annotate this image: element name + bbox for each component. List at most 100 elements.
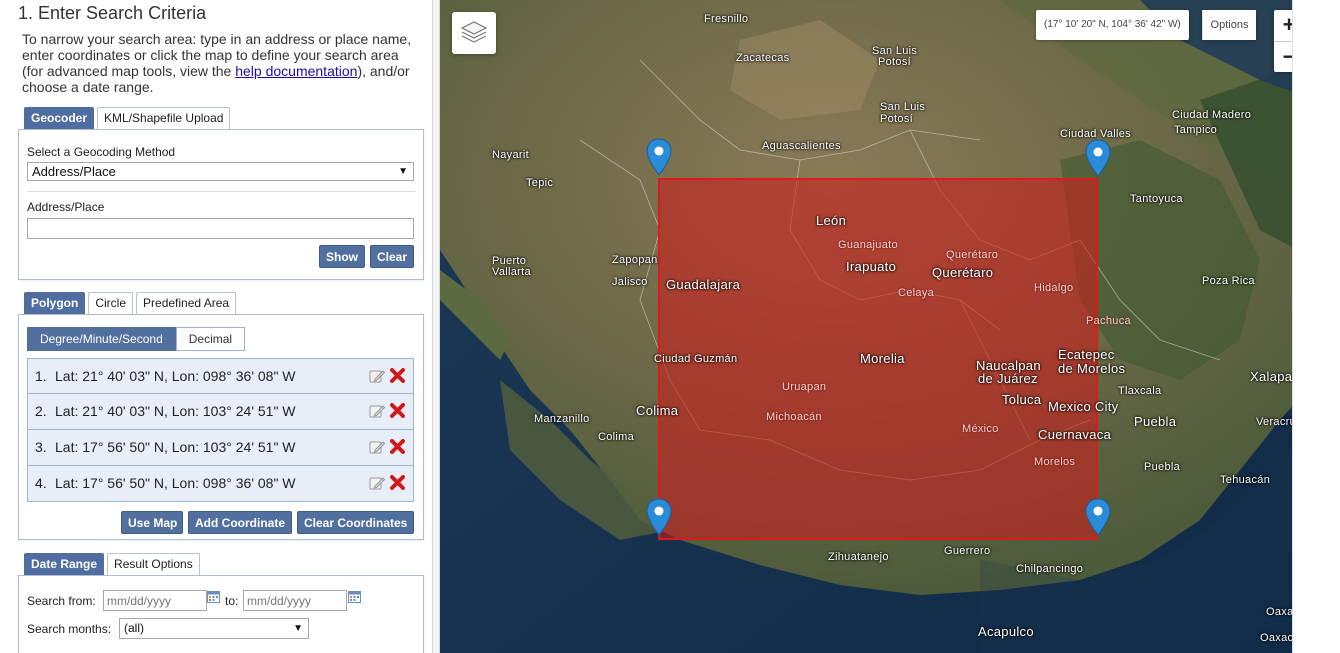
map-place-label: Tantoyuca — [1130, 193, 1183, 205]
delete-icon[interactable] — [389, 402, 406, 419]
delete-icon[interactable] — [389, 438, 406, 455]
tab-circle[interactable]: Circle — [88, 292, 134, 314]
map-place-label: Chilpancingo — [1016, 563, 1084, 575]
map-place-label: Michoacán — [766, 411, 822, 423]
tab-predefined-area[interactable]: Predefined Area — [136, 292, 237, 314]
coordinate-list: 1. Lat: 21° 40' 03" N, Lon: 098° 36' 08" … — [27, 358, 414, 502]
tab-degree-minute-second[interactable]: Degree/Minute/Second — [27, 327, 176, 351]
search-months-select[interactable]: (all) ▼ — [119, 618, 309, 639]
tab-polygon[interactable]: Polygon — [24, 292, 86, 314]
coordinate-row: 3. Lat: 17° 56' 50" N, Lon: 103° 24' 51" … — [27, 430, 414, 466]
layers-button[interactable] — [452, 12, 496, 54]
edit-icon[interactable] — [369, 368, 385, 384]
coordinate-format-toggle: Degree/Minute/Second Decimal — [27, 327, 246, 351]
map-place-label: Ciudad Madero — [1172, 109, 1252, 121]
map-place-label: Colima — [598, 431, 635, 443]
map-place-label: Pachuca — [1086, 315, 1131, 327]
map-pin-icon[interactable] — [646, 498, 672, 536]
tab-kml-shapefile-upload[interactable]: KML/Shapefile Upload — [97, 107, 231, 129]
date-tabs: Date Range Result Options — [24, 553, 200, 575]
coordinate-number: 4. — [35, 475, 47, 491]
map-place-label: Puebla — [1134, 414, 1177, 429]
edit-icon[interactable] — [369, 475, 385, 491]
to-label: to: — [225, 594, 239, 608]
map-place-label: Vallarta — [492, 266, 531, 278]
address-place-input[interactable] — [27, 218, 414, 239]
map-place-label: Guanajuato — [838, 239, 898, 251]
geocoder-box: Select a Geocoding Method Address/Place … — [18, 129, 424, 280]
map-place-label: Xalapa — [1250, 369, 1293, 384]
map-place-label: Toluca — [1002, 392, 1042, 407]
map-place-label: Hidalgo — [1034, 282, 1074, 294]
map-view[interactable]: Fresnillo Zacatecas San Luis Potosí San Luis… — [440, 0, 1316, 653]
delete-icon[interactable] — [389, 367, 406, 384]
geocoding-method-value: Address/Place — [32, 164, 116, 179]
map-pin-icon[interactable] — [1085, 139, 1111, 177]
intro-text: To narrow your search area: type in an a… — [22, 31, 422, 95]
search-from-label: Search from: — [27, 594, 96, 608]
coordinate-text: Lat: 21° 40' 03" N, Lon: 103° 24' 51" W — [55, 403, 296, 419]
map-place-label: Celaya — [898, 287, 935, 299]
search-months-value: (all) — [124, 621, 144, 635]
map-place-label: México — [962, 423, 999, 435]
help-documentation-link[interactable]: help documentation — [235, 63, 357, 79]
edit-icon[interactable] — [369, 403, 385, 419]
use-map-button[interactable]: Use Map — [121, 511, 183, 534]
map-place-label: Morelos — [1034, 456, 1076, 468]
tab-decimal[interactable]: Decimal — [175, 327, 246, 351]
section-title: 1. Enter Search Criteria — [18, 3, 207, 23]
map-place-label: Tampico — [1174, 124, 1218, 136]
geocoding-method-select[interactable]: Address/Place ▼ — [27, 162, 414, 181]
map-place-label: Guadalajara — [666, 277, 741, 292]
map-place-label: San Luis — [880, 101, 926, 113]
clear-coordinates-button[interactable]: Clear Coordinates — [297, 511, 414, 534]
map-place-label: Querétaro — [946, 249, 999, 261]
clear-button[interactable]: Clear — [370, 245, 414, 268]
calendar-icon[interactable] — [207, 590, 220, 603]
map-place-label: Aguascalientes — [762, 140, 841, 152]
map-place-label: Cuernavaca — [1038, 427, 1112, 442]
calendar-icon[interactable] — [348, 590, 361, 603]
coordinate-number: 2. — [35, 403, 47, 419]
search-months-label: Search months: — [27, 622, 112, 636]
coordinate-text: Lat: 17° 56' 50" N, Lon: 098° 36' 08" W — [55, 475, 296, 491]
coordinate-number: 3. — [35, 439, 47, 455]
map-place-label: de Morelos — [1058, 361, 1126, 376]
tab-geocoder[interactable]: Geocoder — [24, 107, 95, 129]
map-options-button[interactable]: Options — [1202, 10, 1256, 40]
map-place-label: Ciudad Guzmán — [654, 353, 738, 365]
coordinate-text: Lat: 17° 56' 50" N, Lon: 103° 24' 51" W — [55, 439, 296, 455]
geocoder-tabs: Geocoder KML/Shapefile Upload — [24, 107, 231, 129]
edit-icon[interactable] — [369, 439, 385, 455]
add-coordinate-button[interactable]: Add Coordinate — [188, 511, 292, 534]
map-place-label: Colima — [636, 403, 679, 418]
search-criteria-panel: 1. Enter Search Criteria To narrow your … — [0, 0, 432, 653]
map-pin-icon[interactable] — [1085, 498, 1111, 536]
page-scrollbar[interactable] — [1292, 0, 1316, 653]
layers-icon — [460, 21, 488, 43]
address-place-label: Address/Place — [27, 200, 105, 214]
map-place-label: León — [816, 213, 847, 228]
map-place-label: Tehuacán — [1220, 474, 1271, 486]
map-place-label: Poza Rica — [1202, 275, 1255, 287]
map-place-label: Guerrero — [944, 545, 991, 557]
map-place-label: Tlaxcala — [1118, 385, 1162, 397]
map-place-label: Tepic — [526, 177, 554, 189]
map-place-label: de Juárez — [978, 371, 1038, 386]
show-button[interactable]: Show — [319, 245, 365, 268]
search-to-input[interactable] — [243, 590, 347, 611]
delete-icon[interactable] — [389, 474, 406, 491]
coordinate-row: 2. Lat: 21° 40' 03" N, Lon: 103° 24' 51" … — [27, 394, 414, 430]
map-place-label: Puebla — [1144, 461, 1181, 473]
tab-date-range[interactable]: Date Range — [24, 553, 105, 575]
map-pin-icon[interactable] — [646, 138, 672, 176]
dropdown-arrow-icon: ▼ — [398, 166, 408, 177]
map-place-label: Potosí — [878, 56, 911, 68]
map-place-label: Potosí — [880, 113, 913, 125]
map-place-label: Zacatecas — [736, 52, 790, 64]
tab-result-options[interactable]: Result Options — [107, 553, 200, 575]
map-place-label: Acapulco — [978, 624, 1034, 639]
polygon-box: Degree/Minute/Second Decimal 1. Lat: 21° … — [18, 314, 424, 540]
map-place-label: Irapuato — [846, 259, 897, 274]
search-from-input[interactable] — [103, 590, 207, 611]
